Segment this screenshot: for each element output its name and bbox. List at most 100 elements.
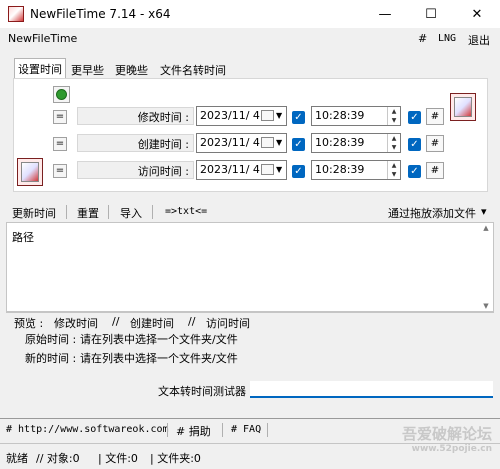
- preview-col-modified: 修改时间: [54, 317, 98, 330]
- preview-separator: //: [188, 315, 196, 328]
- created-date-checkbox[interactable]: ✓: [292, 138, 305, 151]
- created-date-value: 2023/11/ 4: [200, 136, 260, 149]
- accessed-label-box: 访问时间 :: [77, 161, 194, 179]
- accessed-time-value: 10:28:39: [315, 163, 365, 176]
- accessed-time-field[interactable]: 10:28:39 ▲ ▼: [311, 160, 401, 180]
- statusbar-divider: [0, 443, 500, 444]
- close-button[interactable]: ✕: [454, 0, 500, 28]
- accessed-equal-button[interactable]: =: [53, 164, 67, 178]
- menu-language[interactable]: LNG: [438, 33, 456, 44]
- accessed-hash-button[interactable]: #: [426, 162, 444, 179]
- footer-separator: [167, 423, 168, 437]
- modified-time-checkbox[interactable]: ✓: [408, 111, 421, 124]
- modified-equal-button[interactable]: =: [53, 110, 67, 124]
- donate-link[interactable]: # 捐助: [176, 423, 211, 439]
- list-header-path[interactable]: 路径: [12, 229, 34, 245]
- txt-export-button[interactable]: =>txt<=: [165, 206, 207, 217]
- calendar-icon[interactable]: [261, 164, 274, 175]
- chevron-down-icon[interactable]: ▼: [276, 111, 282, 120]
- time-spinner[interactable]: ▲ ▼: [387, 107, 400, 125]
- chevron-down-icon[interactable]: ▼: [276, 138, 282, 147]
- scroll-down-icon[interactable]: ▼: [480, 302, 492, 310]
- tab-later[interactable]: 更晚些: [112, 60, 151, 78]
- reset-button[interactable]: 重置: [77, 205, 99, 221]
- scroll-up-icon[interactable]: ▲: [480, 224, 492, 232]
- menu-bar: NewFileTime # LNG 退出: [0, 28, 500, 49]
- watermark-url: www.52pojie.cn: [411, 444, 492, 454]
- new-time-value: 请在列表中选择一个文件夹/文件: [80, 352, 238, 365]
- accessed-date-checkbox[interactable]: ✓: [292, 165, 305, 178]
- accessed-date-value: 2023/11/ 4: [200, 163, 260, 176]
- apply-left-icon[interactable]: [17, 158, 43, 186]
- menu-hash[interactable]: #: [418, 32, 427, 45]
- website-link[interactable]: # http://www.softwareok.com: [6, 424, 169, 435]
- refresh-icon: [56, 89, 67, 100]
- preview-col-accessed: 访问时间: [206, 317, 250, 330]
- created-time-field[interactable]: 10:28:39 ▲ ▼: [311, 133, 401, 153]
- created-time-value: 10:28:39: [315, 136, 365, 149]
- minimize-button[interactable]: —: [362, 0, 408, 28]
- created-time-checkbox[interactable]: ✓: [408, 138, 421, 151]
- update-time-button[interactable]: 更新时间: [12, 205, 56, 221]
- accessed-time-checkbox[interactable]: ✓: [408, 165, 421, 178]
- preview-label: 预览 :: [14, 317, 44, 330]
- calendar-icon[interactable]: [261, 137, 274, 148]
- original-time-value: 请在列表中选择一个文件夹/文件: [80, 333, 238, 346]
- footer-divider: [0, 418, 500, 419]
- app-icon: [8, 6, 24, 22]
- preview-col-created: 创建时间: [130, 317, 174, 330]
- tab-set-time[interactable]: 设置时间: [14, 58, 66, 80]
- footer-separator: [267, 423, 268, 437]
- apply-right-icon[interactable]: [450, 93, 476, 121]
- status-files: | 文件:0: [98, 452, 138, 465]
- title-bar: NewFileTime 7.14 - x64 — ☐ ✕: [0, 0, 500, 28]
- modified-date-picker[interactable]: 2023/11/ 4 ▼: [196, 106, 287, 126]
- modified-label-box: 修改时间 :: [77, 107, 194, 125]
- modified-time-field[interactable]: 10:28:39 ▲ ▼: [311, 106, 401, 126]
- toolbar-separator: [66, 205, 67, 219]
- maximize-button[interactable]: ☐: [408, 0, 454, 28]
- created-label: 创建时间 :: [137, 138, 189, 151]
- drag-drop-add-button[interactable]: 通过拖放添加文件: [388, 205, 476, 221]
- status-objects: // 对象:0: [36, 452, 80, 465]
- created-hash-button[interactable]: #: [426, 135, 444, 152]
- tab-earlier[interactable]: 更早些: [68, 60, 107, 78]
- watermark-title: 吾爱破解论坛: [401, 425, 492, 443]
- modified-date-value: 2023/11/ 4: [200, 109, 260, 122]
- import-button[interactable]: 导入: [120, 205, 142, 221]
- status-ready: 就绪: [6, 452, 28, 465]
- faq-link[interactable]: # FAQ: [231, 424, 261, 435]
- footer-separator: [222, 423, 223, 437]
- accessed-date-picker[interactable]: 2023/11/ 4 ▼: [196, 160, 287, 180]
- modified-hash-button[interactable]: #: [426, 108, 444, 125]
- calendar-icon[interactable]: [261, 110, 274, 121]
- menu-exit[interactable]: 退出: [468, 32, 490, 48]
- toolbar-separator: [152, 205, 153, 219]
- status-folders: | 文件夹:0: [150, 452, 201, 465]
- modified-label: 修改时间 :: [137, 111, 189, 124]
- accessed-label: 访问时间 :: [137, 165, 189, 178]
- list-scrollbar[interactable]: ▲ ▼: [480, 224, 492, 310]
- modified-date-checkbox[interactable]: ✓: [292, 111, 305, 124]
- text-time-tester-input[interactable]: [250, 381, 493, 398]
- chevron-down-icon[interactable]: ▾: [481, 205, 487, 218]
- main-window: NewFileTime 7.14 - x64 — ☐ ✕ NewFileTime…: [0, 0, 500, 469]
- new-time-label: 新的时间 :: [25, 352, 77, 365]
- original-time-label: 原始时间 :: [25, 333, 77, 346]
- tab-filename-to-time[interactable]: 文件名转时间: [157, 60, 229, 78]
- time-spinner[interactable]: ▲ ▼: [387, 134, 400, 152]
- time-spinner[interactable]: ▲ ▼: [387, 161, 400, 179]
- refresh-time-button[interactable]: [53, 86, 70, 103]
- created-equal-button[interactable]: =: [53, 137, 67, 151]
- modified-time-value: 10:28:39: [315, 109, 365, 122]
- preview-panel: 预览 : 修改时间 // 创建时间 // 访问时间 原始时间 : 请在列表中选择…: [6, 312, 494, 376]
- created-label-box: 创建时间 :: [77, 134, 194, 152]
- file-list[interactable]: 路径 ▲ ▼: [6, 222, 494, 312]
- toolbar-separator: [108, 205, 109, 219]
- chevron-down-icon[interactable]: ▼: [276, 165, 282, 174]
- created-date-picker[interactable]: 2023/11/ 4 ▼: [196, 133, 287, 153]
- preview-separator: //: [112, 315, 120, 328]
- text-time-tester-label: 文本转时间测试器: [158, 385, 246, 398]
- window-title: NewFileTime 7.14 - x64: [30, 7, 171, 21]
- menu-app-name[interactable]: NewFileTime: [8, 32, 77, 45]
